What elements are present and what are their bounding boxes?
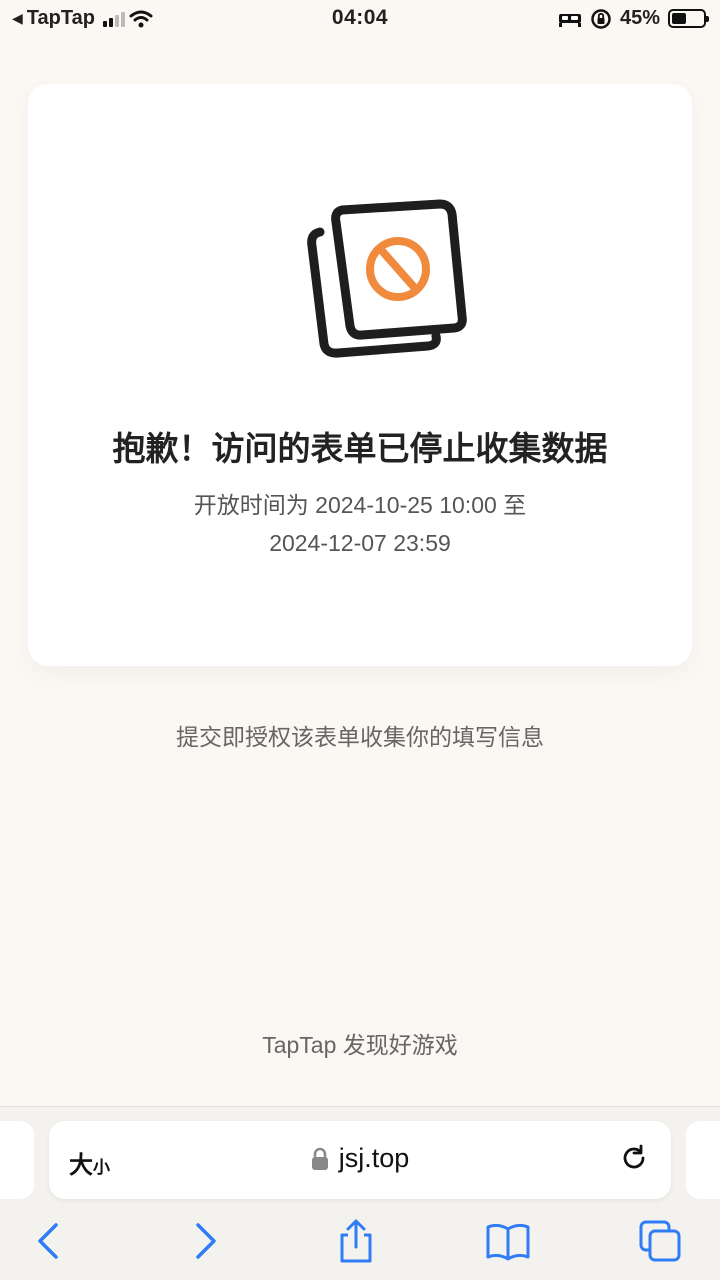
- rotation-lock-icon: [591, 8, 611, 29]
- status-bar: ◀ TapTap 04:04 45%: [0, 0, 720, 36]
- back-icon[interactable]: [28, 1219, 72, 1263]
- authorization-notice: 提交即授权该表单收集你的填写信息: [176, 724, 544, 750]
- battery-icon: [668, 9, 709, 28]
- previous-tab-peek[interactable]: [0, 1121, 34, 1199]
- address-bar[interactable]: 大小 jsj.top: [49, 1121, 671, 1199]
- bed-icon: [558, 13, 581, 27]
- form-disabled-icon: [307, 199, 467, 358]
- open-period: 开放时间为 2024-10-25 10:00 至 2024-12-07 23:5…: [28, 486, 692, 562]
- brand-footer: TapTap 发现好游戏: [262, 1032, 458, 1058]
- page-title: 抱歉！访问的表单已停止收集数据: [112, 430, 608, 467]
- open-period-line2: 2024-12-07 23:59: [269, 530, 451, 556]
- closed-form-card: 抱歉！访问的表单已停止收集数据 开放时间为 2024-10-25 10:00 至…: [28, 84, 692, 666]
- url-display[interactable]: jsj.top: [49, 1143, 671, 1174]
- reload-icon[interactable]: [619, 1143, 649, 1173]
- battery-percent: 45%: [619, 7, 660, 29]
- url-text: jsj.top: [338, 1143, 410, 1173]
- tabs-icon[interactable]: [638, 1219, 682, 1263]
- lock-icon: [311, 1147, 328, 1170]
- safari-bottom-bar: 大小 jsj.top: [0, 1106, 720, 1280]
- share-icon[interactable]: [334, 1219, 378, 1263]
- browser-toolbar: [0, 1219, 720, 1269]
- bookmarks-icon[interactable]: [486, 1219, 530, 1263]
- open-period-line1: 开放时间为 2024-10-25 10:00 至: [193, 492, 527, 518]
- forward-icon[interactable]: [182, 1219, 226, 1263]
- next-tab-peek[interactable]: [686, 1121, 720, 1199]
